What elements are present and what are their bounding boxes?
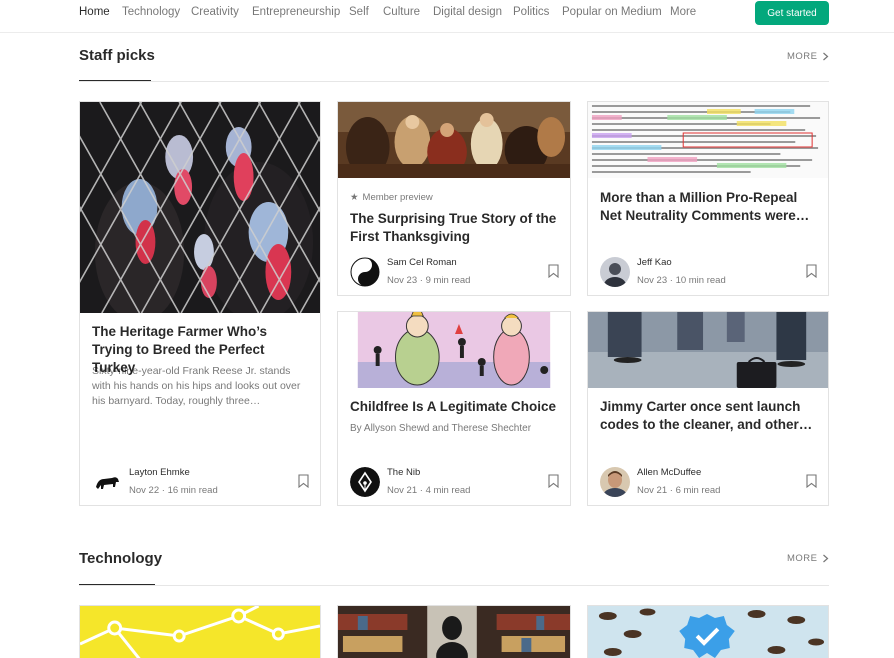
story-card[interactable]: The Heritage Farmer Who’s Trying to Bree…	[79, 101, 321, 506]
author-name[interactable]: Layton Ehmke	[129, 466, 218, 480]
more-label: MORE	[787, 51, 818, 62]
author-info: Allen McDuffee Nov 21 · 6 min read	[600, 466, 720, 498]
star-icon: ★	[350, 192, 359, 203]
meta-separator: ·	[417, 275, 426, 286]
story-card[interactable]	[587, 605, 829, 658]
meta-separator: ·	[667, 275, 676, 286]
member-preview-label: ★ Member preview	[350, 192, 433, 203]
story-title[interactable]: More than a Million Pro-Repeal Net Neutr…	[600, 189, 816, 225]
more-label: MORE	[787, 553, 818, 564]
meta-separator: ·	[667, 485, 676, 496]
bookmark-button[interactable]	[806, 264, 817, 278]
nav-creativity[interactable]: Creativity	[191, 6, 239, 18]
get-started-button[interactable]: Get started	[755, 1, 829, 25]
author-info: Jeff Kao Nov 23 · 10 min read	[600, 256, 726, 288]
story-card[interactable]: Jimmy Carter once sent launch codes to t…	[587, 311, 829, 506]
nav-politics[interactable]: Politics	[513, 6, 549, 18]
bookmark-button[interactable]	[806, 474, 817, 488]
story-card[interactable]	[337, 605, 571, 658]
chevron-right-icon	[822, 554, 828, 563]
story-title[interactable]: Childfree Is A Legitimate Choice	[350, 398, 558, 416]
bookmark-icon	[806, 264, 817, 278]
section-title-underline	[79, 584, 155, 585]
story-card[interactable]	[79, 605, 321, 658]
author-name[interactable]: Allen McDuffee	[637, 466, 720, 480]
library-bookshelves-image	[338, 606, 570, 658]
man-portrait-avatar[interactable]	[600, 467, 630, 497]
nav-more[interactable]: More	[670, 6, 696, 18]
the-nib-logo-avatar[interactable]	[350, 467, 380, 497]
nav-popular-on-medium[interactable]: Popular on Medium	[562, 6, 662, 18]
read-time: 4 min read	[425, 485, 471, 496]
chevron-right-icon	[822, 52, 828, 61]
briefcase-on-ground-image	[588, 312, 828, 388]
nav-self[interactable]: Self	[349, 6, 369, 18]
section-divider	[79, 81, 829, 82]
nav-home[interactable]: Home	[79, 6, 110, 18]
meta-separator: ·	[417, 485, 426, 496]
read-time: 9 min read	[425, 275, 471, 286]
person-avatar[interactable]	[600, 257, 630, 287]
post-date: Nov 23	[387, 275, 418, 286]
story-snippet: Sixty-nine-year-old Frank Reese Jr. stan…	[92, 365, 301, 407]
nav-digital-design[interactable]: Digital design	[433, 6, 502, 18]
thanksgiving-painting-image	[338, 102, 570, 178]
author-info: Layton Ehmke Nov 22 · 16 min read	[92, 466, 218, 498]
bookmark-button[interactable]	[298, 474, 309, 488]
member-preview-text: Member preview	[362, 192, 433, 203]
story-title[interactable]: Jimmy Carter once sent launch codes to t…	[600, 398, 816, 434]
bookmark-button[interactable]	[548, 474, 559, 488]
post-date: Nov 22	[129, 485, 160, 496]
read-time: 16 min read	[167, 485, 218, 496]
bookmark-icon	[806, 474, 817, 488]
read-time: 6 min read	[675, 485, 721, 496]
author-name[interactable]: Jeff Kao	[637, 256, 726, 270]
bookmark-icon	[298, 474, 309, 488]
section-title-staff-picks: Staff picks	[79, 47, 155, 64]
bookmark-icon	[548, 474, 559, 488]
nav-technology[interactable]: Technology	[122, 6, 180, 18]
staff-picks-more-link[interactable]: MORE	[787, 51, 829, 62]
yellow-network-graphic-image	[80, 606, 320, 658]
post-date: Nov 21	[387, 485, 418, 496]
section-divider	[79, 585, 829, 586]
nav-entrepreneurship[interactable]: Entrepreneurship	[252, 6, 340, 18]
story-byline: By Allyson Shewd and Therese Shechter	[350, 423, 532, 434]
top-navigation: Home Technology Creativity Entrepreneurs…	[0, 0, 894, 33]
section-title-underline	[79, 80, 151, 81]
bookmark-button[interactable]	[548, 264, 559, 278]
highlighted-comments-text-image	[588, 102, 828, 178]
horse-silhouette-avatar[interactable]	[92, 467, 122, 497]
author-info: Sam Cel Roman Nov 23 · 9 min read	[350, 256, 470, 288]
technology-more-link[interactable]: MORE	[787, 553, 829, 564]
turkeys-behind-fence-image	[80, 102, 320, 313]
story-card[interactable]: More than a Million Pro-Repeal Net Neutr…	[587, 101, 829, 296]
author-name[interactable]: Sam Cel Roman	[387, 256, 470, 270]
author-name[interactable]: The Nib	[387, 466, 470, 480]
story-card[interactable]: Childfree Is A Legitimate Choice By Ally…	[337, 311, 571, 506]
verified-badge-with-insects-image	[588, 606, 828, 658]
story-title[interactable]: The Surprising True Story of the First T…	[350, 210, 558, 246]
post-date: Nov 21	[637, 485, 668, 496]
bookmark-icon	[548, 264, 559, 278]
yin-yang-avatar[interactable]	[350, 257, 380, 287]
meta-separator: ·	[159, 485, 168, 496]
read-time: 10 min read	[675, 275, 726, 286]
nav-culture[interactable]: Culture	[383, 6, 420, 18]
cartoon-party-illustration-image	[338, 312, 570, 388]
story-card[interactable]: ★ Member preview The Surprising True Sto…	[337, 101, 571, 296]
post-date: Nov 23	[637, 275, 668, 286]
section-title-technology: Technology	[79, 550, 163, 567]
author-info: The Nib Nov 21 · 4 min read	[350, 466, 470, 498]
